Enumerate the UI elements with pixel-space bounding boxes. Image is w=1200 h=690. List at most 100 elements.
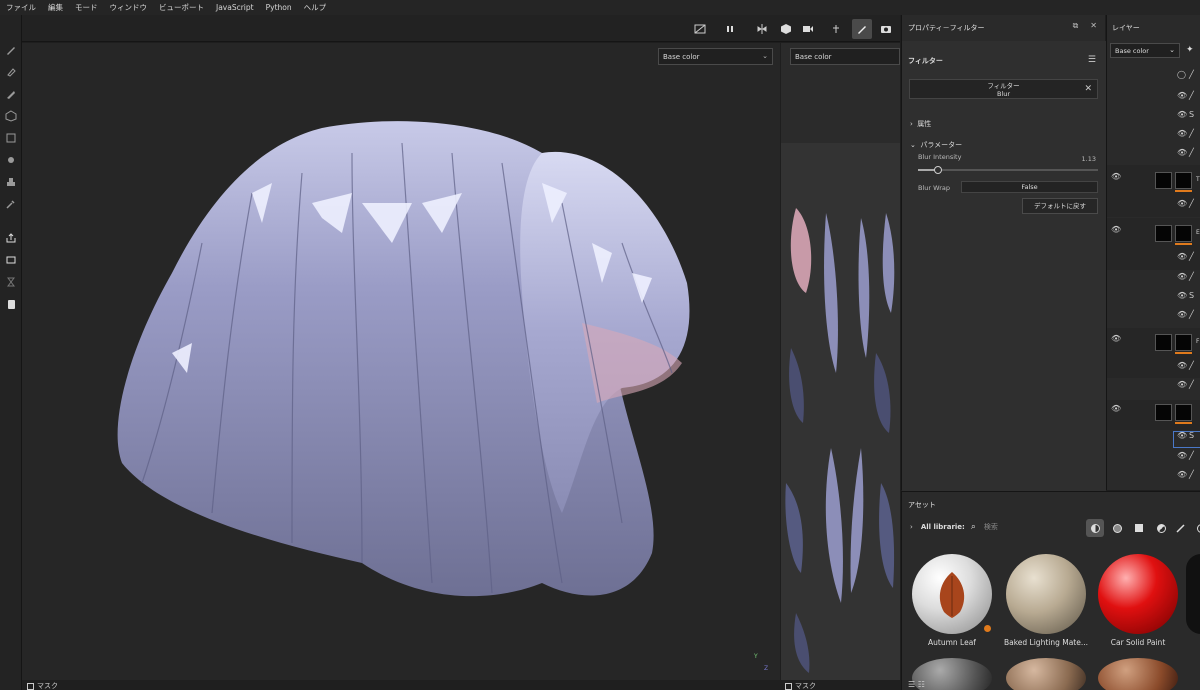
reset-default-button[interactable]: デフォルトに戻す [1022,198,1098,214]
asset-search-bar[interactable]: › All librarie: ⌕ 検索 [910,518,1080,536]
layer-row[interactable]: 👁 S [1107,110,1200,129]
layer-row[interactable]: 👁 ╱ [1107,310,1200,329]
eye-icon[interactable]: 👁 [1177,272,1187,281]
eye-icon[interactable]: 👁 [1177,91,1187,100]
asset-thumbnail-row2-2[interactable] [1006,658,1086,690]
attributes-section[interactable]: › 属性 [910,119,931,129]
filter-slot[interactable]: フィルター Blur ✕ [909,79,1098,99]
magic-wand-icon[interactable]: ✦ [1186,45,1194,55]
layer-group-row[interactable]: 👁 [1107,404,1200,424]
layer-group-row[interactable]: 👁 E [1107,225,1200,245]
blur-intensity-value[interactable]: 1.13 [1082,155,1096,163]
eye-icon[interactable]: 👁 [1177,380,1187,389]
picker-icon[interactable] [4,197,18,211]
float-window-icon[interactable]: ⧉ [1073,21,1079,31]
filter-materials-icon[interactable] [1086,519,1104,537]
layer-row[interactable]: 👁 ╱ [1107,252,1200,271]
layer-row[interactable]: 👁 ╱ [1107,129,1200,148]
polygon-fill-icon[interactable] [4,131,18,145]
asset-thumbnail-car-paint[interactable] [1098,554,1178,634]
filter-smart-materials-icon[interactable] [1108,519,1126,537]
viewport-channel-select[interactable]: Base color ⌄ [658,48,773,65]
hide-ui-icon[interactable] [690,19,710,39]
layer-group-row[interactable]: 👁 T [1107,172,1200,192]
layer-channel-select[interactable]: Base color ⌄ [1110,43,1180,58]
eye-icon[interactable]: 👁 [1177,451,1187,460]
eye-icon[interactable]: 👁 [1177,470,1187,479]
eye-icon[interactable]: 👁 [1177,199,1187,208]
layer-row[interactable]: 👁 ╱ [1107,272,1200,291]
uv-channel-select[interactable]: Base color [790,48,900,65]
layer-row[interactable]: 👁 ╱ [1107,361,1200,380]
close-icon[interactable]: ✕ [1090,21,1097,31]
menu-javascript[interactable]: JavaScript [216,3,254,12]
list-view-icon[interactable]: ☰ ☷ [908,680,925,689]
asset-thumbnail-row2-3[interactable] [1098,658,1178,690]
layer-row[interactable]: 👁 ╱ [1107,451,1200,470]
mask-toggle-right[interactable]: マスク [785,681,816,690]
hourglass-icon[interactable] [4,275,18,289]
menu-window[interactable]: ウィンドウ [110,2,148,13]
pause-icon[interactable] [720,19,740,39]
menu-viewport[interactable]: ビューポート [159,2,204,13]
menu-list-icon[interactable]: ☰ [1088,55,1096,65]
viewport-3d[interactable]: Base color ⌄ Y Z [22,43,780,680]
parameters-section[interactable]: ⌄ パラメーター [910,140,962,150]
layer-group-row[interactable]: 👁 F [1107,334,1200,354]
viewport-2d[interactable]: Base color [781,43,900,680]
export-doc-icon[interactable] [4,297,18,311]
asset-thumbnail-baked-lighting[interactable] [1006,554,1086,634]
blur-wrap-field[interactable]: False [961,181,1098,193]
eye-icon[interactable]: 👁 [1177,129,1187,138]
visibility-off-icon[interactable]: ◯ [1177,70,1186,79]
eye-icon[interactable]: 👁 [1177,361,1187,370]
eye-icon[interactable]: 👁 [1111,404,1121,413]
layer-row[interactable]: 👁 ╱ [1107,470,1200,489]
asset-thumbnail-autumn-leaf[interactable] [912,554,992,634]
smudge-icon[interactable] [4,153,18,167]
slider-knob[interactable] [934,166,942,174]
eye-icon[interactable]: 👁 [1111,172,1121,181]
cube-view-icon[interactable] [776,19,796,39]
lighting-icon[interactable] [826,19,846,39]
menu-file[interactable]: ファイル [6,2,36,13]
bake-icon[interactable] [4,231,18,245]
projection-icon[interactable] [4,87,18,101]
filter-environments-icon[interactable] [1192,519,1200,537]
eye-icon[interactable]: 👁 [1177,310,1187,319]
search-input[interactable]: 検索 [984,522,998,532]
remove-filter-icon[interactable]: ✕ [1084,85,1092,94]
menu-mode[interactable]: モード [75,2,98,13]
eraser-icon[interactable] [4,65,18,79]
mask-toggle-left[interactable]: マスク [27,681,58,690]
geometry-fill-icon[interactable] [4,109,18,123]
filter-textures-icon[interactable] [1130,519,1148,537]
symmetry-icon[interactable] [752,19,772,39]
blur-intensity-slider[interactable] [918,166,1098,174]
eye-icon[interactable]: 👁 [1177,148,1187,157]
menu-edit[interactable]: 編集 [48,2,63,13]
screenshot-camera-icon[interactable] [876,19,896,39]
filter-masks-icon[interactable] [1152,519,1170,537]
layer-row[interactable]: 👁 ╱ [1107,91,1200,110]
asset-thumbnail-partial[interactable] [1186,554,1200,634]
paint-brush-icon[interactable] [4,43,18,57]
layer-row-selected[interactable]: 👁 S [1107,431,1200,450]
filter-brushes-icon[interactable] [1172,519,1190,537]
layer-row[interactable]: ◯ ╱ [1107,70,1200,89]
eye-icon[interactable]: 👁 [1177,291,1187,300]
menu-python[interactable]: Python [266,3,292,12]
library-selector[interactable]: All librarie: [921,523,965,531]
chevron-right-icon[interactable]: › [910,523,913,531]
layer-row[interactable]: 👁 ╱ [1107,199,1200,218]
eye-icon[interactable]: 👁 [1177,110,1187,119]
eye-icon[interactable]: 👁 [1177,252,1187,261]
camera-video-icon[interactable] [798,19,818,39]
eye-icon[interactable]: 👁 [1177,431,1187,440]
menu-help[interactable]: ヘルプ [304,2,327,13]
clone-stamp-icon[interactable] [4,175,18,189]
eye-icon[interactable]: 👁 [1111,334,1121,343]
layer-row[interactable]: 👁 ╱ [1107,380,1200,399]
brush-mode-icon[interactable] [852,19,872,39]
layer-row[interactable]: 👁 S [1107,291,1200,310]
